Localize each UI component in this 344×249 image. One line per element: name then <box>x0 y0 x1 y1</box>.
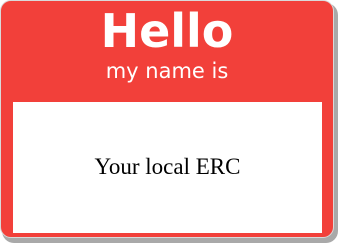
name-write-area: Your local ERC <box>13 102 322 233</box>
name-badge: Hello my name is Your local ERC <box>0 0 334 238</box>
badge-header: Hello my name is <box>1 1 333 102</box>
my-name-is-subtitle: my name is <box>105 59 229 83</box>
badge-name-text: Your local ERC <box>94 154 241 179</box>
hello-heading: Hello <box>100 4 234 58</box>
